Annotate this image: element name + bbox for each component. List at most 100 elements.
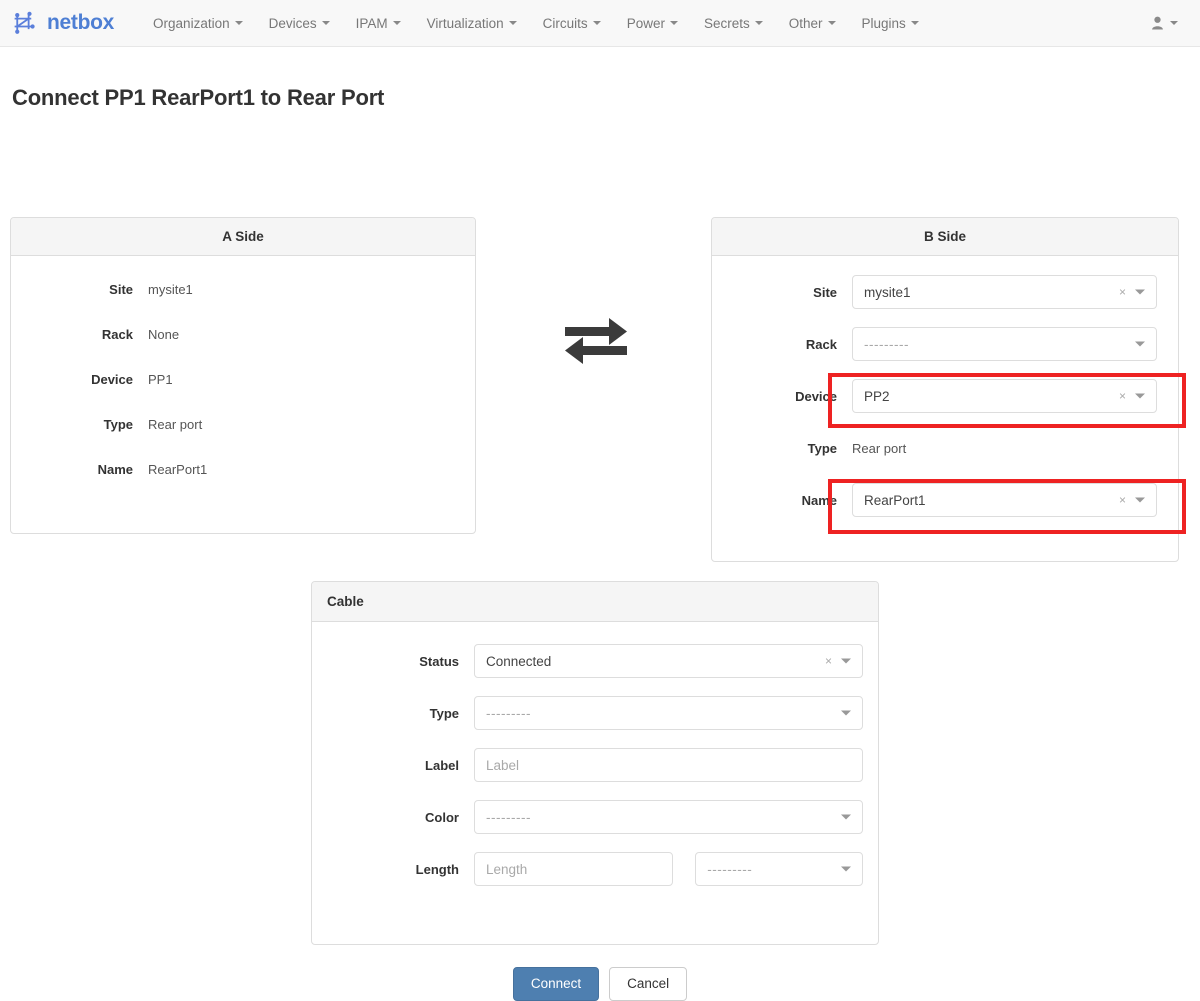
a-side-name-label: Name: [97, 461, 133, 477]
cable-label-input[interactable]: [474, 748, 863, 782]
b-side-site-label: Site: [813, 284, 837, 300]
cancel-button[interactable]: Cancel: [609, 967, 688, 1001]
cable-color-select[interactable]: ---------: [474, 800, 863, 834]
b-side-device-label: Device: [795, 388, 837, 404]
clear-icon[interactable]: ×: [1119, 494, 1126, 506]
b-side-device-control: PP2 ×: [852, 379, 1157, 413]
caret-down-icon: [1135, 289, 1145, 295]
cable-panel: Cable Status Connected × Type ---------: [311, 581, 879, 945]
nav-label: Secrets: [703, 15, 750, 31]
form-actions: Connect Cancel: [0, 967, 1200, 1001]
a-side-row-device: Device PP1: [26, 368, 460, 390]
cable-status-select[interactable]: Connected ×: [474, 644, 863, 678]
cable-length-label: Length: [415, 861, 459, 877]
page-container: Connect PP1 RearPort1 to Rear Port A Sid…: [0, 85, 1200, 1001]
a-side-type-value: Rear port: [148, 416, 203, 432]
chevron-down-icon: [910, 21, 919, 25]
chevron-down-icon: [1170, 21, 1178, 25]
a-side-type-label: Type: [103, 416, 133, 432]
cable-length-input[interactable]: [474, 852, 674, 886]
chevron-down-icon: [392, 21, 401, 25]
cable-status-label: Status: [419, 653, 459, 669]
a-side-site-value: mysite1: [148, 281, 193, 297]
a-side-heading: A Side: [11, 218, 475, 256]
a-side-panel: A Side Site mysite1 Rack None Device PP1…: [10, 217, 476, 534]
exchange-arrows-icon[interactable]: [563, 315, 629, 370]
b-side-rack-control: ---------: [852, 327, 1157, 361]
cable-type-value: ---------: [486, 705, 531, 721]
cable-label-control: [474, 748, 863, 782]
connect-button[interactable]: Connect: [512, 967, 600, 1001]
b-side-row-site: Site mysite1 ×: [727, 275, 1163, 309]
chevron-down-icon: [592, 21, 601, 25]
caret-down-icon: [841, 814, 851, 820]
cable-type-label: Type: [429, 705, 459, 721]
chevron-down-icon: [754, 21, 763, 25]
b-side-type-value: Rear port: [852, 440, 907, 456]
netbox-node-logo-icon: [12, 9, 40, 37]
chevron-down-icon: [827, 21, 836, 25]
clear-icon[interactable]: ×: [1119, 286, 1126, 298]
caret-down-icon: [1135, 341, 1145, 347]
nav-item-virtualization[interactable]: Virtualization: [414, 2, 530, 45]
cable-type-select[interactable]: ---------: [474, 696, 863, 730]
nav-label: Other: [788, 15, 823, 31]
a-side-row-type: Type Rear port: [26, 413, 460, 435]
cable-length-control: [474, 852, 674, 886]
b-side-rack-label: Rack: [805, 336, 837, 352]
caret-down-icon: [1135, 497, 1145, 503]
b-side-device-value: PP2: [864, 388, 890, 404]
user-icon: [1151, 16, 1164, 30]
b-side-site-select[interactable]: mysite1 ×: [852, 275, 1157, 309]
nav-label: Virtualization: [426, 15, 504, 31]
cable-body: Status Connected × Type --------- Label …: [312, 622, 878, 944]
nav-label: Devices: [268, 15, 317, 31]
a-side-name-value: RearPort1: [148, 461, 208, 477]
nav-item-circuits[interactable]: Circuits: [530, 2, 614, 45]
caret-down-icon: [841, 866, 851, 872]
chevron-down-icon: [508, 21, 517, 25]
nav-item-power[interactable]: Power: [614, 2, 691, 45]
nav-item-other[interactable]: Other: [776, 2, 849, 45]
nav-item-ipam[interactable]: IPAM: [343, 2, 414, 45]
cable-length-unit-control: ---------: [695, 852, 863, 886]
user-menu[interactable]: [1151, 16, 1184, 30]
caret-down-icon: [841, 658, 851, 664]
clear-icon[interactable]: ×: [825, 655, 832, 667]
cable-status-value: Connected: [486, 653, 552, 669]
cable-row-length: Length ---------: [327, 852, 863, 886]
nav-menu: Organization Devices IPAM Virtualization…: [140, 2, 932, 45]
b-side-rack-select[interactable]: ---------: [852, 327, 1157, 361]
nav-label: Plugins: [861, 15, 906, 31]
b-side-body: Site mysite1 × Rack --------- Device PP2…: [712, 256, 1178, 561]
nav-label: Circuits: [542, 15, 588, 31]
brand-link[interactable]: netbox: [12, 9, 114, 37]
b-side-name-control: RearPort1 ×: [852, 483, 1157, 517]
nav-label: IPAM: [355, 15, 388, 31]
b-side-site-value: mysite1: [864, 284, 911, 300]
nav-item-devices[interactable]: Devices: [256, 2, 343, 45]
b-side-row-name: Name RearPort1 ×: [727, 483, 1163, 517]
nav-item-secrets[interactable]: Secrets: [691, 2, 776, 45]
a-side-row-name: Name RearPort1: [26, 458, 460, 480]
cable-length-unit-value: ---------: [707, 861, 753, 877]
a-side-row-rack: Rack None: [26, 323, 460, 345]
top-navbar: netbox Organization Devices IPAM Virtual…: [0, 0, 1200, 47]
b-side-name-label: Name: [801, 492, 837, 508]
cable-color-label: Color: [425, 809, 459, 825]
chevron-down-icon: [234, 21, 243, 25]
b-side-name-select[interactable]: RearPort1 ×: [852, 483, 1157, 517]
nav-item-plugins[interactable]: Plugins: [849, 2, 932, 45]
nav-item-organization[interactable]: Organization: [140, 2, 256, 45]
b-side-row-type: Type Rear port: [727, 431, 1163, 465]
a-side-device-value: PP1: [148, 371, 173, 387]
brand-name: netbox: [47, 11, 115, 34]
chevron-down-icon: [321, 21, 330, 25]
b-side-device-select[interactable]: PP2 ×: [852, 379, 1157, 413]
cable-row-status: Status Connected ×: [327, 644, 863, 678]
clear-icon[interactable]: ×: [1119, 390, 1126, 402]
nav-label: Power: [626, 15, 665, 31]
b-side-heading: B Side: [712, 218, 1178, 256]
cable-length-unit-select[interactable]: ---------: [695, 852, 863, 886]
b-side-name-value: RearPort1: [864, 492, 926, 508]
